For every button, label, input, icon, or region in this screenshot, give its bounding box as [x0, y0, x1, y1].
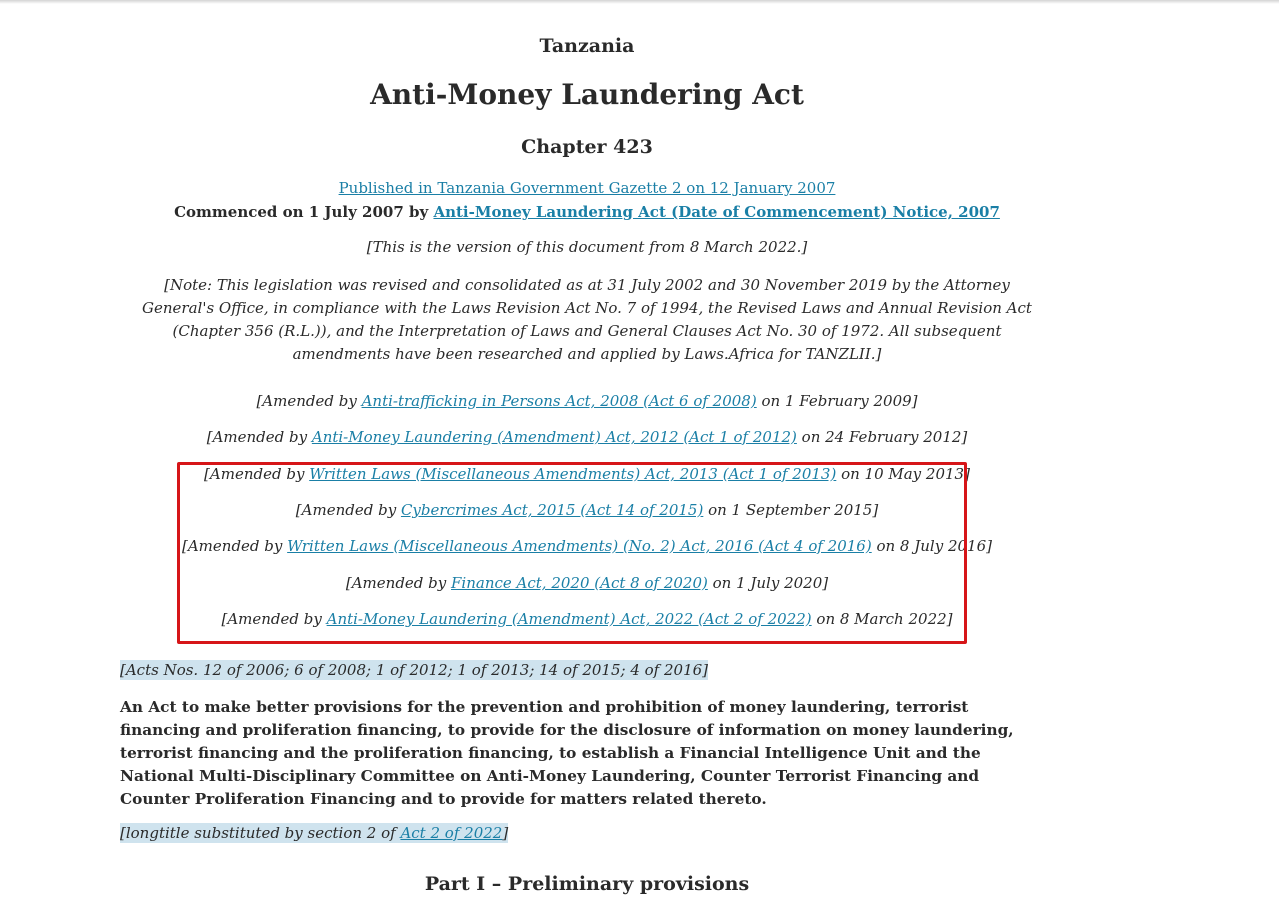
amendment-line: [Amended by Anti-trafficking in Persons … — [0, 392, 1174, 410]
acts-numbers-note: [Acts Nos. 12 of 2006; 6 of 2008; 1 of 2… — [120, 660, 709, 680]
part-heading: Part I – Preliminary provisions — [424, 873, 750, 895]
chapter-heading: Chapter 423 — [521, 136, 653, 158]
amendment-prefix: [Amended by — [256, 392, 362, 410]
longtitle-note-suffix: ] — [502, 824, 509, 842]
long-title: An Act to make better provisions for the… — [120, 698, 1014, 808]
amendment-link[interactable]: Anti-Money Laundering (Amendment) Act, 2… — [312, 428, 797, 446]
country-heading: Tanzania — [539, 35, 635, 57]
commencement-notice-link[interactable]: Anti-Money Laundering Act (Date of Comme… — [433, 203, 999, 221]
amendment-suffix: on 1 February 2009] — [756, 392, 918, 410]
page-title: Anti-Money Laundering Act — [370, 78, 804, 111]
longtitle-note-prefix: [longtitle substituted by section 2 of — [120, 824, 401, 842]
version-note: [This is the version of this document fr… — [366, 238, 808, 256]
gazette-link[interactable]: Published in Tanzania Government Gazette… — [339, 179, 836, 197]
longtitle-substitution-note: [longtitle substituted by section 2 of A… — [120, 823, 509, 843]
amendment-suffix: on 24 February 2012] — [796, 428, 968, 446]
amendment-prefix: [Amended by — [206, 428, 312, 446]
published-line: Published in Tanzania Government Gazette… — [0, 179, 1174, 197]
annotation-highlight-box — [177, 462, 967, 644]
commenced-text: Commenced on 1 July 2007 by — [174, 203, 434, 221]
revision-note: [Note: This legislation was revised and … — [142, 276, 1032, 363]
top-shadow — [0, 0, 1279, 4]
act-2-of-2022-link[interactable]: Act 2 of 2022 — [400, 824, 502, 842]
commenced-line: Commenced on 1 July 2007 by Anti-Money L… — [0, 203, 1174, 221]
amendment-link[interactable]: Anti-trafficking in Persons Act, 2008 (A… — [362, 392, 757, 410]
amendment-line: [Amended by Anti-Money Laundering (Amend… — [0, 428, 1174, 446]
